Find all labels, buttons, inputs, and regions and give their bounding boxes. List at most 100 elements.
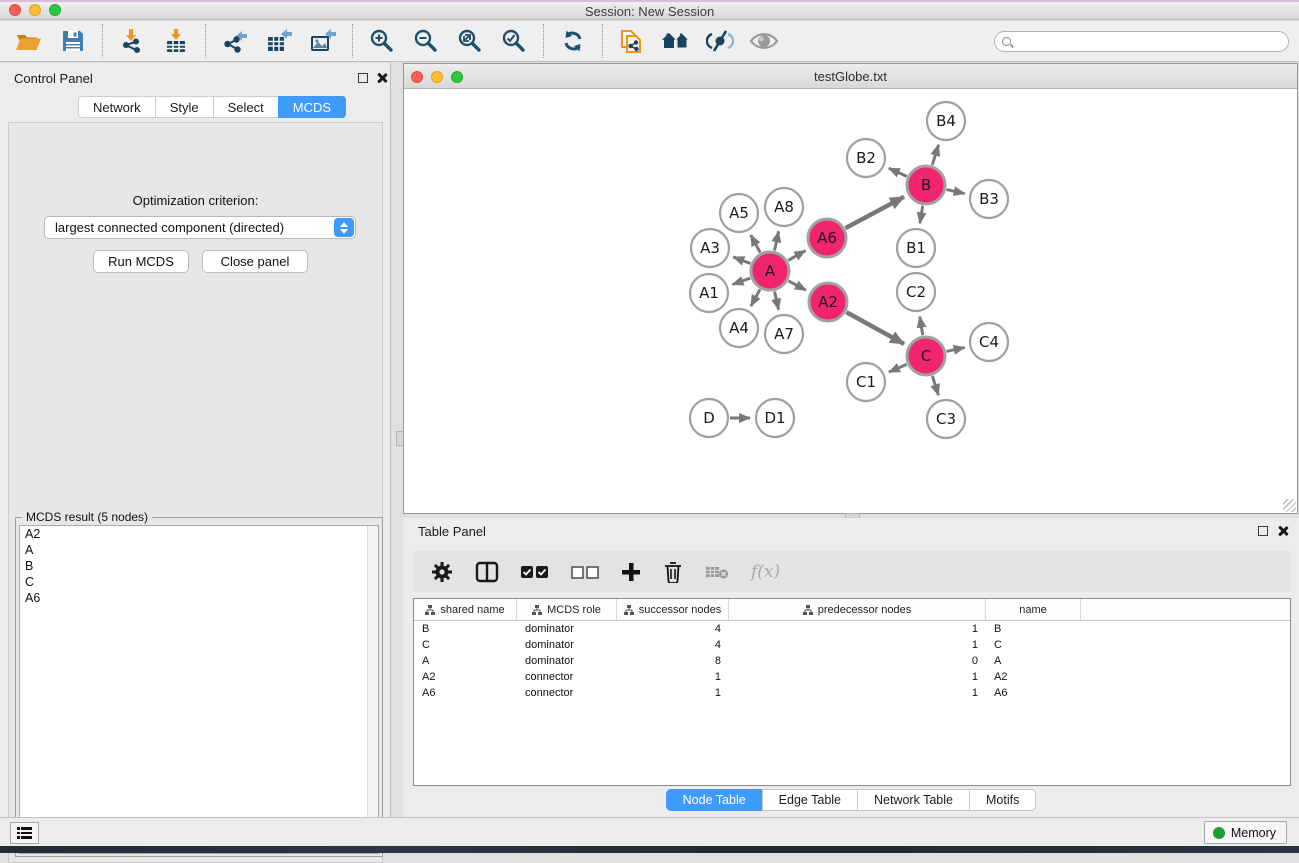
gear-icon[interactable] [431, 561, 453, 583]
cell[interactable]: connector [517, 687, 617, 699]
node-C1[interactable]: C1 [847, 363, 885, 401]
show-graphics-icon[interactable] [749, 26, 779, 56]
cell[interactable]: 1 [617, 671, 729, 683]
close-panel-icon[interactable] [376, 72, 388, 84]
tab-mcds[interactable]: MCDS [278, 96, 346, 118]
cell[interactable]: 1 [729, 623, 986, 635]
edge-B-B1[interactable] [920, 206, 923, 224]
result-scrollbar[interactable] [367, 526, 378, 853]
select-all-icon[interactable] [521, 565, 549, 579]
table-row[interactable]: A6connector11A6 [414, 685, 1290, 701]
tab-select[interactable]: Select [213, 96, 278, 118]
cell[interactable]: A6 [414, 687, 517, 699]
edge-A-A1[interactable] [733, 278, 751, 284]
export-table-icon[interactable] [264, 26, 294, 56]
float-panel-icon[interactable] [358, 73, 368, 83]
column-header-name[interactable]: name [986, 599, 1081, 620]
edge-C-C1[interactable] [889, 364, 907, 372]
column-header-shared-name[interactable]: shared name [414, 599, 517, 620]
node-B4[interactable]: B4 [927, 102, 965, 140]
cell[interactable]: A [986, 655, 1081, 667]
cell[interactable]: B [414, 623, 517, 635]
delete-icon[interactable] [663, 561, 683, 583]
cell[interactable]: A6 [986, 687, 1081, 699]
column-header-predecessor-nodes[interactable]: predecessor nodes [729, 599, 986, 620]
cell[interactable]: connector [517, 671, 617, 683]
cell[interactable]: A [414, 655, 517, 667]
tab-network-table[interactable]: Network Table [857, 789, 969, 811]
node-C4[interactable]: C4 [970, 323, 1008, 361]
task-history-button[interactable] [10, 822, 39, 844]
node-A[interactable]: A [751, 252, 789, 290]
edge-A-A2[interactable] [789, 281, 806, 290]
edge-A-A8[interactable] [774, 231, 778, 250]
node-D[interactable]: D [690, 399, 728, 437]
export-image-icon[interactable] [308, 26, 338, 56]
cell[interactable]: 8 [617, 655, 729, 667]
zoom-fit-icon[interactable] [455, 26, 485, 56]
network-window-titlebar[interactable]: testGlobe.txt [404, 64, 1297, 89]
node-A2[interactable]: A2 [809, 283, 847, 321]
save-session-icon[interactable] [58, 26, 88, 56]
edge-B-B4[interactable] [932, 145, 938, 165]
tab-style[interactable]: Style [155, 96, 213, 118]
add-column-icon[interactable] [621, 562, 641, 582]
node-B2[interactable]: B2 [847, 139, 885, 177]
node-A1[interactable]: A1 [690, 274, 728, 312]
deselect-all-icon[interactable] [571, 565, 599, 579]
cell[interactable]: C [414, 639, 517, 651]
cell[interactable]: 1 [729, 639, 986, 651]
cell[interactable]: dominator [517, 639, 617, 651]
node-B3[interactable]: B3 [970, 180, 1008, 218]
result-item[interactable]: A2 [20, 526, 378, 542]
tab-edge-table[interactable]: Edge Table [762, 789, 857, 811]
result-item[interactable]: A6 [20, 590, 378, 606]
copy-network-icon[interactable] [617, 26, 647, 56]
node-A3[interactable]: A3 [691, 229, 729, 267]
node-B[interactable]: B [907, 166, 945, 204]
node-table[interactable]: shared nameMCDS rolesuccessor nodesprede… [413, 598, 1291, 786]
edge-A-A6[interactable] [788, 251, 805, 261]
table-row[interactable]: A2connector11A2 [414, 669, 1290, 685]
node-A4[interactable]: A4 [720, 309, 758, 347]
node-A5[interactable]: A5 [720, 194, 758, 232]
node-D1[interactable]: D1 [756, 399, 794, 437]
edge-A2-C[interactable] [846, 312, 904, 344]
zoom-out-icon[interactable] [411, 26, 441, 56]
cell[interactable]: C [986, 639, 1081, 651]
tab-network[interactable]: Network [78, 96, 155, 118]
table-close-icon[interactable] [1277, 525, 1289, 537]
node-C2[interactable]: C2 [897, 273, 935, 311]
mcds-result-list[interactable]: A2ABCA6 [19, 525, 379, 854]
cell[interactable]: 4 [617, 639, 729, 651]
cell[interactable]: dominator [517, 623, 617, 635]
cell[interactable]: dominator [517, 655, 617, 667]
hide-graphics-icon[interactable] [705, 26, 735, 56]
optimization-criterion-select[interactable]: largest connected component (directed) [44, 216, 356, 239]
edge-A-A7[interactable] [775, 291, 779, 309]
cell[interactable]: 1 [729, 671, 986, 683]
memory-button[interactable]: Memory [1204, 821, 1287, 844]
edge-A-A5[interactable] [751, 235, 760, 252]
cell[interactable]: B [986, 623, 1081, 635]
node-C[interactable]: C [907, 337, 945, 375]
show-all-networks-icon[interactable] [661, 26, 691, 56]
tab-motifs[interactable]: Motifs [969, 789, 1036, 811]
edge-C-C3[interactable] [932, 376, 938, 395]
result-item[interactable]: A [20, 542, 378, 558]
split-columns-icon[interactable] [475, 561, 499, 583]
table-row[interactable]: Adominator80A [414, 653, 1290, 669]
result-item[interactable]: B [20, 558, 378, 574]
close-panel-button[interactable]: Close panel [202, 250, 308, 273]
table-float-icon[interactable] [1258, 526, 1268, 536]
node-A6[interactable]: A6 [808, 219, 846, 257]
edge-A6-B[interactable] [846, 197, 904, 228]
edge-C-C4[interactable] [946, 347, 964, 351]
result-item[interactable]: C [20, 574, 378, 590]
zoom-selected-icon[interactable] [499, 26, 529, 56]
column-header-MCDS-role[interactable]: MCDS role [517, 599, 617, 620]
edge-B-B3[interactable] [946, 190, 964, 194]
search-input[interactable] [1011, 33, 1288, 50]
node-C3[interactable]: C3 [927, 400, 965, 438]
node-A7[interactable]: A7 [765, 315, 803, 353]
